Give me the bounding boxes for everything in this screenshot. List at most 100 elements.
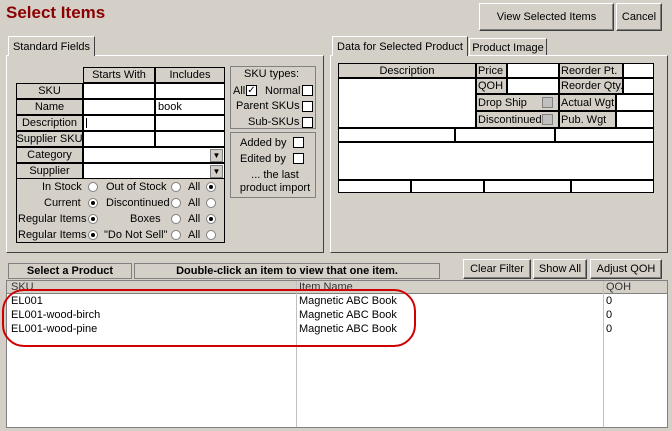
out-of-stock-label: Out of Stock (106, 181, 167, 193)
in-stock-label: In Stock (42, 181, 82, 193)
text-cursor (86, 118, 87, 128)
current-radio[interactable] (88, 198, 98, 208)
discontinued-checkbox[interactable] (542, 114, 553, 125)
sell-all-radio[interactable] (206, 230, 216, 240)
name-label: Name (16, 99, 83, 115)
do-not-sell-radio[interactable] (171, 230, 181, 240)
sku-label: SKU (16, 83, 83, 99)
extra-field-1[interactable] (338, 128, 455, 142)
cancel-button[interactable]: Cancel (616, 3, 662, 31)
supplier-label: Supplier (16, 163, 83, 179)
sku-types-header: SKU types: (244, 68, 300, 80)
notes-field[interactable] (338, 142, 654, 180)
parent-skus-label: Parent SKUs (236, 100, 300, 112)
list-item-name: Magnetic ABC Book (299, 323, 397, 335)
supplier-dropdown[interactable]: ▼ (83, 163, 225, 179)
edited-by-checkbox[interactable] (293, 153, 304, 164)
discontinued-label: Discontinued (106, 197, 170, 209)
extra-field-3[interactable] (555, 128, 654, 142)
tab-standard-fields[interactable]: Standard Fields (8, 36, 95, 56)
show-all-label: Show All (538, 263, 582, 275)
list-item-name: Magnetic ABC Book (299, 295, 397, 307)
price-field[interactable] (507, 63, 559, 78)
list-item-sku: EL001-wood-birch (11, 309, 101, 321)
column-header-qoh[interactable]: QOH (606, 281, 631, 293)
list-item-sku: EL001-wood-pine (11, 323, 98, 335)
stock-all-label: All (188, 181, 201, 193)
column-header-sku[interactable]: SKU (11, 281, 34, 293)
list-hint: Double-click an item to view that one it… (134, 263, 440, 279)
view-selected-items-button[interactable]: View Selected Items (479, 3, 614, 31)
sku-includes-input[interactable] (155, 83, 225, 99)
adjust-qoh-label: Adjust QOH (596, 263, 656, 275)
status-all-radio[interactable] (206, 198, 216, 208)
sku-type-normal-checkbox[interactable] (302, 85, 313, 96)
description-starts-with-input[interactable] (83, 115, 155, 131)
extra-field-6[interactable] (484, 180, 571, 193)
description-header: Description (338, 63, 476, 78)
sub-skus-label: Sub-SKUs (248, 116, 300, 128)
added-by-checkbox[interactable] (293, 137, 304, 148)
show-all-button[interactable]: Show All (533, 259, 587, 279)
boxes-all-label: All (188, 213, 201, 225)
list-item-qoh: 0 (606, 295, 613, 307)
boxes-all-radio[interactable] (206, 214, 216, 224)
category-dropdown[interactable]: ▼ (83, 147, 225, 163)
sell-all-label: All (188, 229, 201, 241)
starts-with-header: Starts With (83, 67, 155, 83)
regular-items-radio[interactable] (88, 214, 98, 224)
list-item[interactable]: EL001-wood-pine Magnetic ABC Book 0 (7, 323, 667, 337)
extra-field-4[interactable] (338, 180, 411, 193)
stock-all-radio[interactable] (206, 182, 216, 192)
reorder-qty-label: Reorder Qty. (559, 78, 624, 94)
parent-skus-checkbox[interactable] (302, 101, 313, 112)
tab-data-label: Data for Selected Product (337, 40, 463, 53)
tab-standard-fields-label: Standard Fields (12, 40, 91, 53)
actual-wgt-field[interactable] (616, 94, 654, 111)
description-field[interactable] (338, 78, 476, 128)
out-of-stock-radio[interactable] (171, 182, 181, 192)
sub-skus-checkbox[interactable] (302, 117, 313, 128)
boxes-radio[interactable] (171, 214, 181, 224)
list-item-sku: EL001 (11, 295, 43, 307)
supplier-sku-includes-input[interactable] (155, 131, 225, 147)
supplier-sku-starts-with-input[interactable] (83, 131, 155, 147)
qoh-field[interactable] (507, 78, 559, 94)
list-item[interactable]: EL001-wood-birch Magnetic ABC Book 0 (7, 309, 667, 323)
reorder-pt-field[interactable] (623, 63, 654, 78)
extra-field-2[interactable] (455, 128, 555, 142)
sku-type-all-checkbox[interactable]: ✓ (246, 85, 257, 96)
chevron-down-icon[interactable]: ▼ (210, 165, 223, 178)
reorder-qty-field[interactable] (623, 78, 654, 94)
reorder-pt-label: Reorder Pt. (559, 63, 623, 78)
pub-wgt-field[interactable] (616, 111, 654, 128)
tab-product-image[interactable]: Product Image (469, 38, 547, 56)
drop-ship-checkbox[interactable] (542, 97, 553, 108)
cancel-label: Cancel (621, 11, 657, 23)
discontinued-radio[interactable] (171, 198, 181, 208)
tab-data-for-selected-product[interactable]: Data for Selected Product (332, 36, 468, 56)
status-all-label: All (188, 197, 201, 209)
description-includes-input[interactable] (155, 115, 225, 131)
supplier-sku-label: Supplier SKU (16, 131, 83, 147)
regular-items-2-radio[interactable] (88, 230, 98, 240)
column-header-item-name[interactable]: Item Name (299, 281, 353, 293)
list-item[interactable]: EL001 Magnetic ABC Book 0 (7, 295, 667, 309)
sku-type-normal-label: Normal (265, 85, 301, 97)
sku-starts-with-input[interactable] (83, 83, 155, 99)
adjust-qoh-button[interactable]: Adjust QOH (590, 259, 662, 279)
qoh-label: QOH (476, 78, 507, 94)
chevron-down-icon[interactable]: ▼ (210, 149, 223, 162)
description-label: Description (16, 115, 83, 131)
extra-field-5[interactable] (411, 180, 484, 193)
name-starts-with-input[interactable] (83, 99, 155, 115)
edited-by-label: Edited by (240, 153, 286, 165)
do-not-sell-label: "Do Not Sell" (104, 229, 168, 241)
in-stock-radio[interactable] (88, 182, 98, 192)
window-title: Select Items (6, 3, 106, 22)
name-includes-input[interactable]: book (155, 99, 225, 115)
clear-filter-button[interactable]: Clear Filter (463, 259, 531, 279)
extra-field-7[interactable] (571, 180, 654, 193)
view-selected-items-label: View Selected Items (496, 11, 597, 23)
list-item-qoh: 0 (606, 309, 613, 321)
